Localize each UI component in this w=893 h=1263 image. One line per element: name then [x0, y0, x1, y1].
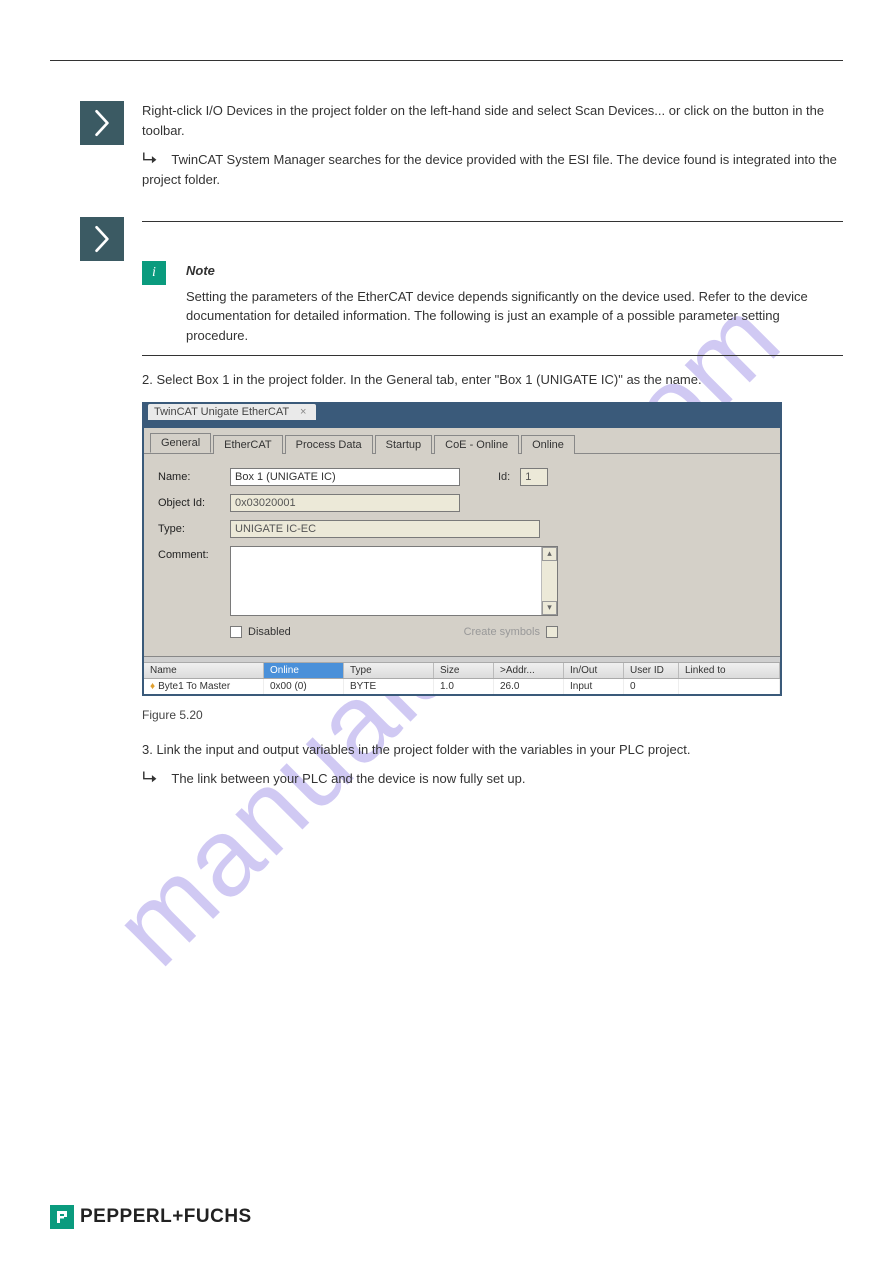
cell-linked	[679, 679, 780, 694]
figure-caption: Figure 5.20	[142, 708, 843, 722]
type-label: Type:	[158, 520, 230, 535]
close-icon[interactable]: ×	[300, 406, 306, 418]
step-1-icon	[80, 101, 124, 145]
tab-online[interactable]: Online	[521, 435, 575, 454]
cell-type: BYTE	[344, 679, 434, 694]
brand-logo-icon	[50, 1205, 74, 1229]
create-symbols-checkbox: Create symbols	[464, 626, 558, 638]
note-title: Note	[186, 261, 843, 281]
comment-field[interactable]: ▴ ▾	[230, 546, 558, 616]
cell-addr: 26.0	[494, 679, 564, 694]
scroll-up-icon[interactable]: ▴	[542, 547, 557, 561]
comment-label: Comment:	[158, 546, 230, 561]
col-online[interactable]: Online	[264, 663, 344, 678]
dialog-window: TwinCAT Unigate EtherCAT × General Ether…	[142, 402, 782, 696]
scroll-down-icon[interactable]: ▾	[542, 601, 557, 615]
info-icon: i	[142, 261, 166, 285]
col-addr[interactable]: >Addr...	[494, 663, 564, 678]
note-bottom-rule	[142, 355, 843, 356]
objectid-field: 0x03020001	[230, 494, 460, 512]
note-top-rule	[142, 221, 843, 222]
result-arrow-icon	[142, 150, 160, 170]
scrollbar[interactable]: ▴ ▾	[541, 547, 557, 615]
name-label: Name:	[158, 468, 230, 483]
step-2-icon	[80, 217, 124, 261]
cell-userid: 0	[624, 679, 679, 694]
cell-online: 0x00 (0)	[264, 679, 344, 694]
tab-strip: General EtherCAT Process Data Startup Co…	[144, 428, 780, 454]
step-2-result: The link between your PLC and the device…	[171, 771, 525, 786]
var-icon: ♦	[150, 681, 155, 692]
note-body: Setting the parameters of the EtherCAT d…	[186, 287, 843, 346]
brand-text: PEPPERL+FUCHS	[80, 1206, 252, 1228]
tab-general[interactable]: General	[150, 433, 211, 453]
disabled-checkbox[interactable]: Disabled	[230, 626, 291, 638]
col-inout[interactable]: In/Out	[564, 663, 624, 678]
id-label: Id:	[498, 468, 510, 483]
top-rule	[50, 60, 843, 61]
name-field[interactable]: Box 1 (UNIGATE IC)	[230, 468, 460, 486]
step-1-text: Right-click I/O Devices in the project f…	[142, 101, 843, 140]
cell-name: Byte1 To Master	[158, 681, 230, 692]
tab-ethercat[interactable]: EtherCAT	[213, 435, 282, 454]
col-size[interactable]: Size	[434, 663, 494, 678]
step-2-para1: 2. Select Box 1 in the project folder. I…	[142, 370, 843, 390]
disabled-label: Disabled	[248, 626, 291, 638]
col-name[interactable]: Name	[144, 663, 264, 678]
dialog-title-text: TwinCAT Unigate EtherCAT	[154, 406, 289, 418]
create-symbols-label: Create symbols	[464, 626, 540, 638]
cell-size: 1.0	[434, 679, 494, 694]
tab-process-data[interactable]: Process Data	[285, 435, 373, 454]
col-userid[interactable]: User ID	[624, 663, 679, 678]
tab-startup[interactable]: Startup	[375, 435, 432, 454]
step-1-result: TwinCAT System Manager searches for the …	[142, 152, 837, 187]
table-row[interactable]: ♦Byte1 To Master 0x00 (0) BYTE 1.0 26.0 …	[144, 679, 780, 694]
result-arrow-icon	[142, 769, 160, 789]
id-field: 1	[520, 468, 548, 486]
grid-header: Name Online Type Size >Addr... In/Out Us…	[144, 662, 780, 679]
col-linked[interactable]: Linked to	[679, 663, 780, 678]
tab-coe-online[interactable]: CoE - Online	[434, 435, 519, 454]
type-field: UNIGATE IC-EC	[230, 520, 540, 538]
footer: PEPPERL+FUCHS	[50, 1205, 252, 1229]
objectid-label: Object Id:	[158, 494, 230, 509]
col-type[interactable]: Type	[344, 663, 434, 678]
step-2-para2: 3. Link the input and output variables i…	[142, 740, 843, 760]
dialog-titlebar: TwinCAT Unigate EtherCAT ×	[148, 404, 316, 420]
cell-inout: Input	[564, 679, 624, 694]
